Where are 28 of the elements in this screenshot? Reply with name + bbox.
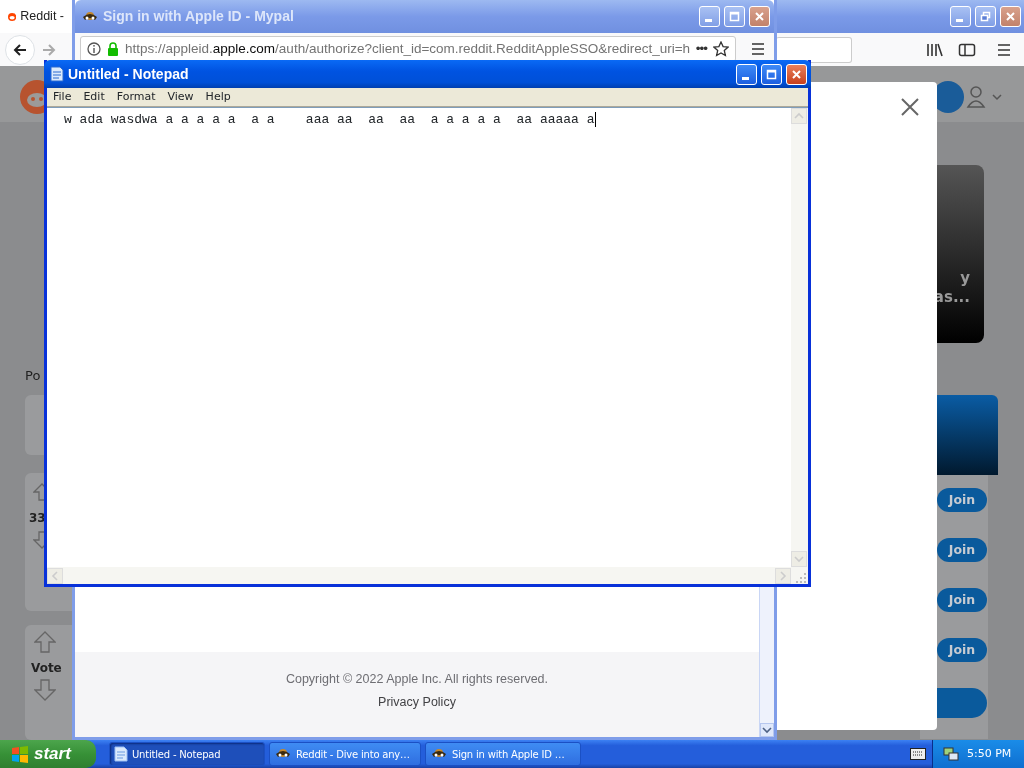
clock: 5:50 PM <box>967 745 1012 762</box>
start-button[interactable]: start <box>0 740 96 768</box>
url-field[interactable]: https://appleid.apple.com/auth/authorize?client_id=com.reddit.RedditAppleSSO&redirect_uri=h ••• <box>80 36 736 62</box>
vote-label: Vote <box>31 660 62 677</box>
url-text: https://appleid.apple.com/auth/authorize?client_id=com.reddit.RedditAppleSSO&redirect_uri=h <box>125 39 690 58</box>
card-text: y <box>960 268 970 289</box>
section-label: Po <box>25 367 42 384</box>
taskbar-button[interactable]: Untitled - Notepad <box>109 742 265 766</box>
document-text: w ada wasdwa a a a a a a a aaa aa aa aa a a a a a aa aaaaa a <box>63 111 596 129</box>
join-button[interactable]: Join <box>937 588 987 612</box>
join-button[interactable]: Join <box>937 488 987 512</box>
window-title: Untitled - Notepad <box>68 64 190 84</box>
vote-score: 33 <box>29 510 46 527</box>
menu-item[interactable]: Edit <box>77 88 111 106</box>
menu-item[interactable]: File <box>47 88 78 106</box>
privacy-policy-link[interactable]: Privacy Policy <box>378 692 456 712</box>
join-button[interactable]: Join <box>937 538 987 562</box>
menu-item[interactable]: Format <box>110 88 162 106</box>
card-text: as... <box>933 287 970 308</box>
window-title: Sign in with Apple ID - Mypal <box>103 7 295 26</box>
menu-item[interactable]: Help <box>199 88 237 106</box>
taskbar-button[interactable]: Reddit - Dive into any… <box>269 742 421 766</box>
page-actions-button[interactable]: ••• <box>695 38 707 60</box>
menu-item[interactable]: View <box>161 88 200 106</box>
copyright-text: Copyright © 2022 Apple Inc. All rights reserved. <box>285 671 549 688</box>
browser-tab[interactable]: Reddit - <box>0 0 72 33</box>
join-button[interactable]: Join <box>937 638 987 662</box>
taskbar-button[interactable]: Sign in with Apple ID … <box>425 742 581 766</box>
